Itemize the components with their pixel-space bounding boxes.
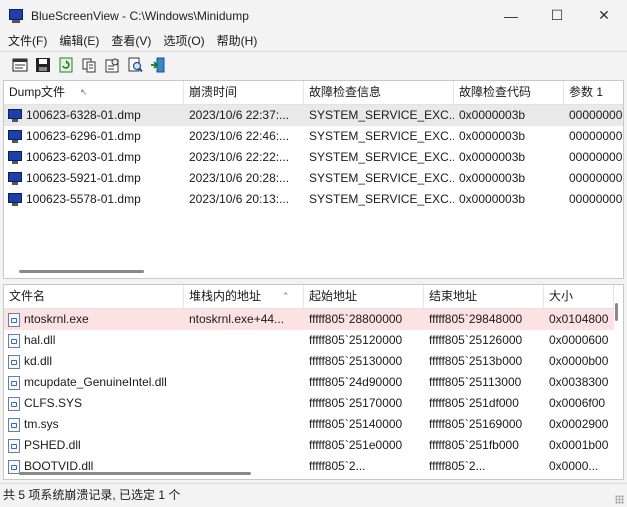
module-rows: ntoskrnl.exe ntoskrnl.exe+44... fffff805… <box>4 309 614 477</box>
table-row[interactable]: CLFS.SYS fffff805`25170000 fffff805`251d… <box>4 393 614 414</box>
column-address-in-stack[interactable]: 堆栈内的地址 ⌃ <box>184 285 304 309</box>
dump-file-icon <box>8 151 22 164</box>
module-file-icon <box>8 438 20 453</box>
window-title: BlueScreenView - C:\Windows\Minidump <box>31 8 249 23</box>
status-text: 共 5 项系统崩溃记录, 已选定 1 个 <box>3 488 181 502</box>
sort-arrow-icon: ↖ <box>80 87 88 97</box>
module-file-icon <box>8 312 20 327</box>
column-bugcheck-code[interactable]: 故障检查代码 <box>454 81 564 105</box>
top-horizontal-scrollbar[interactable] <box>19 270 144 273</box>
dump-file-icon <box>8 109 22 122</box>
menu-view[interactable]: 查看(V) <box>105 31 157 51</box>
exit-icon <box>151 57 165 73</box>
column-bugcheck-string[interactable]: 故障检查信息 <box>304 81 454 105</box>
table-row[interactable]: tm.sys fffff805`25140000 fffff805`251690… <box>4 414 614 435</box>
column-size[interactable]: 大小 <box>544 285 614 309</box>
module-list-header: 文件名 堆栈内的地址 ⌃ 起始地址 结束地址 大小 <box>4 285 614 309</box>
table-row[interactable]: 100623-6328-01.dmp 2023/10/6 22:37:... S… <box>4 105 623 126</box>
find-icon <box>128 57 143 73</box>
dump-list-header: Dump文件 ↖ 崩溃时间 故障检查信息 故障检查代码 参数 1 <box>4 81 623 105</box>
table-row[interactable]: mcupdate_GenuineIntel.dll fffff805`24d90… <box>4 372 614 393</box>
app-icon <box>8 8 24 24</box>
module-file-icon <box>8 375 20 390</box>
column-to-address[interactable]: 结束地址 <box>424 285 544 309</box>
sort-arrow-icon: ⌃ <box>282 291 290 301</box>
column-filename[interactable]: 文件名 <box>4 285 184 309</box>
dump-file-icon <box>8 193 22 206</box>
bottom-horizontal-scrollbar[interactable] <box>19 472 251 475</box>
menu-edit[interactable]: 编辑(E) <box>53 31 105 51</box>
table-row[interactable]: 100623-6296-01.dmp 2023/10/6 22:46:... S… <box>4 126 623 147</box>
maximize-button[interactable]: ☐ <box>534 0 580 31</box>
column-crash-time[interactable]: 崩溃时间 <box>184 81 304 105</box>
close-button[interactable]: ✕ <box>581 0 627 31</box>
menu-help[interactable]: 帮助(H) <box>211 31 264 51</box>
module-file-icon <box>8 354 20 369</box>
properties-button[interactable] <box>102 55 122 75</box>
menu-file[interactable]: 文件(F) <box>2 31 53 51</box>
bottom-vertical-scrollbar[interactable] <box>615 303 618 321</box>
copy-button[interactable] <box>79 55 99 75</box>
menu-options[interactable]: 选项(O) <box>157 31 210 51</box>
module-file-icon <box>8 417 20 432</box>
title-bar: BlueScreenView - C:\Windows\Minidump — ☐… <box>0 0 627 31</box>
column-from-address[interactable]: 起始地址 <box>304 285 424 309</box>
module-file-icon <box>8 396 20 411</box>
find-button[interactable] <box>125 55 145 75</box>
table-row[interactable]: 100623-6203-01.dmp 2023/10/6 22:22:... S… <box>4 147 623 168</box>
table-row[interactable]: 100623-5921-01.dmp 2023/10/6 20:28:... S… <box>4 168 623 189</box>
module-file-icon <box>8 333 20 348</box>
table-row[interactable]: PSHED.dll fffff805`251e0000 fffff805`251… <box>4 435 614 456</box>
table-row[interactable]: 100623-5578-01.dmp 2023/10/6 20:13:... S… <box>4 189 623 210</box>
dump-list: Dump文件 ↖ 崩溃时间 故障检查信息 故障检查代码 参数 1 100623-… <box>3 80 624 279</box>
refresh-button[interactable] <box>56 55 76 75</box>
copy-icon <box>82 58 96 73</box>
dump-file-icon <box>8 172 22 185</box>
properties-icon <box>105 58 119 73</box>
resize-grip-icon[interactable] <box>615 495 624 504</box>
module-file-icon <box>8 459 20 474</box>
menu-bar: 文件(F) 编辑(E) 查看(V) 选项(O) 帮助(H) <box>0 31 627 51</box>
column-parameter-1[interactable]: 参数 1 <box>564 81 623 105</box>
html-report-icon <box>12 58 28 72</box>
dump-file-icon <box>8 130 22 143</box>
table-row[interactable]: kd.dll fffff805`25130000 fffff805`2513b0… <box>4 351 614 372</box>
table-row[interactable]: ntoskrnl.exe ntoskrnl.exe+44... fffff805… <box>4 309 614 330</box>
dump-rows: 100623-6328-01.dmp 2023/10/6 22:37:... S… <box>4 105 623 210</box>
toolbar <box>0 51 627 78</box>
column-dump-file[interactable]: Dump文件 ↖ <box>4 81 184 105</box>
save-icon <box>36 58 50 72</box>
refresh-icon <box>59 57 73 73</box>
html-report-button[interactable] <box>10 55 30 75</box>
table-row[interactable]: hal.dll fffff805`25120000 fffff805`25126… <box>4 330 614 351</box>
module-list: 文件名 堆栈内的地址 ⌃ 起始地址 结束地址 大小 ntoskrnl.exe n… <box>3 284 624 480</box>
save-button[interactable] <box>33 55 53 75</box>
minimize-button[interactable]: — <box>488 0 534 31</box>
status-bar: 共 5 项系统崩溃记录, 已选定 1 个 <box>0 483 627 507</box>
exit-button[interactable] <box>148 55 168 75</box>
